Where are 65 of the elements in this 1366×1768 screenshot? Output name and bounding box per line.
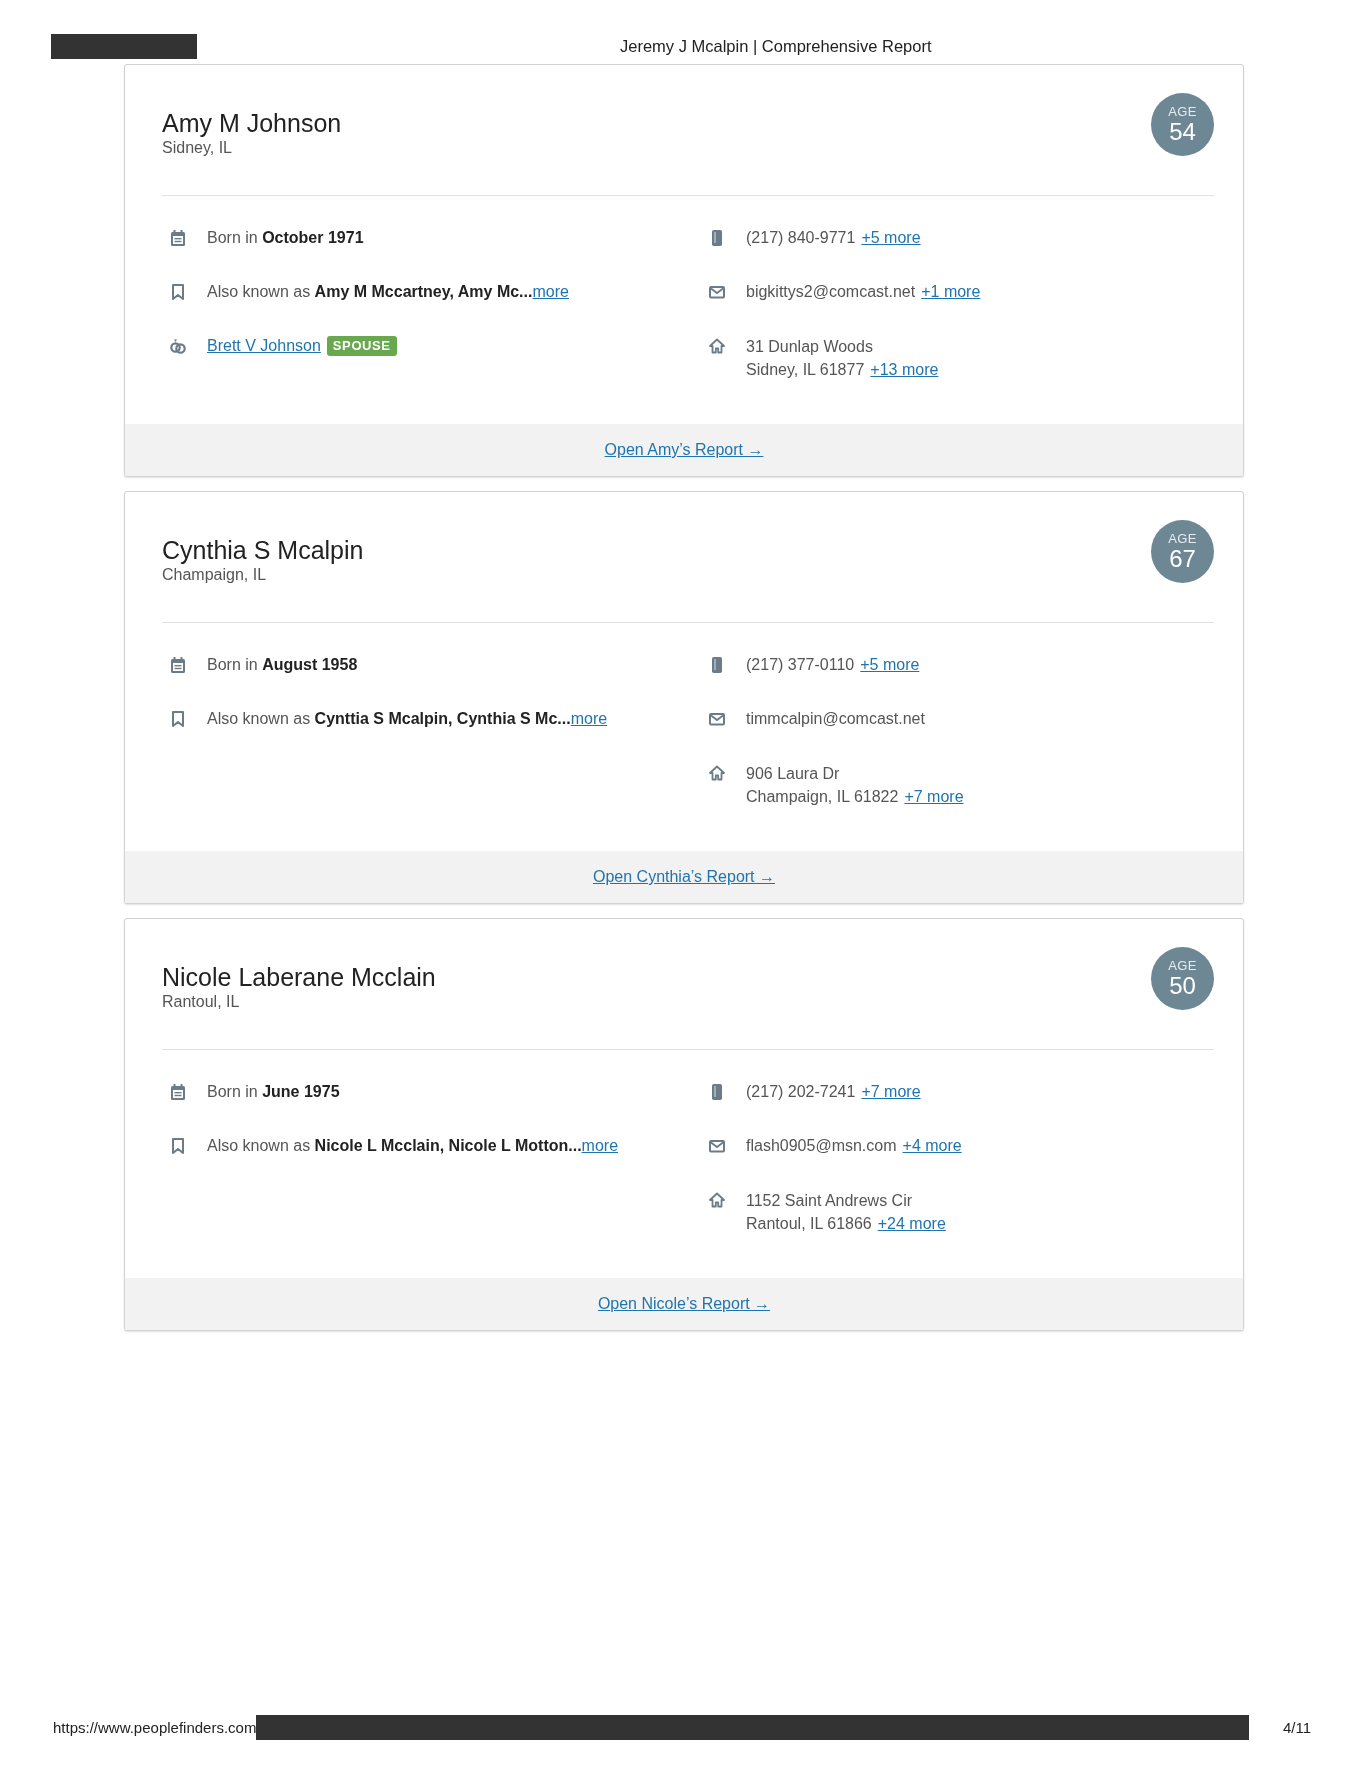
- mobile-phone-icon: [709, 1084, 725, 1100]
- alias-text: Also known as Cynttia S Mcalpin, Cynthia S Mc...more: [207, 709, 608, 729]
- open-report-link[interactable]: Open Cynthia’s Report →: [593, 868, 775, 886]
- address-line: Rantoul, IL 61866: [746, 1214, 872, 1234]
- open-report-link[interactable]: Open Nicole’s Report →: [597, 1295, 771, 1313]
- more-phones-link[interactable]: +7 more: [861, 1080, 921, 1104]
- calendar-icon: [170, 1084, 186, 1100]
- email-address: bigkittys2@comcast.net: [746, 282, 916, 302]
- rings-icon: [170, 338, 186, 354]
- mobile-phone-icon: [709, 657, 725, 673]
- alias-text: Also known as Amy M Mccartney, Amy Mc...more: [207, 282, 569, 302]
- more-addresses-link[interactable]: +7 more: [904, 785, 964, 808]
- open-report-link[interactable]: Open Amy’s Report →: [604, 441, 764, 459]
- person-name: Amy M Johnson: [162, 108, 342, 138]
- address-line: 31 Dunlap Woods: [746, 337, 873, 357]
- more-phones-link[interactable]: +5 more: [861, 226, 921, 250]
- email-address: timmcalpin@comcast.net: [746, 709, 925, 729]
- phone-number: (217) 377-0110: [746, 655, 855, 675]
- envelope-icon: [709, 711, 725, 727]
- age-value: 54: [1169, 119, 1196, 144]
- house-icon: [709, 338, 725, 354]
- report-title: Jeremy J Mcalpin | Comprehensive Report: [620, 37, 932, 56]
- envelope-icon: [709, 284, 725, 300]
- phone-number: (217) 840-9771: [746, 228, 856, 248]
- more-aliases-link[interactable]: more: [581, 1137, 619, 1154]
- more-aliases-link[interactable]: more: [570, 710, 608, 727]
- page-url: https://www.peoplefinders.com: [53, 1719, 257, 1736]
- person-name: Nicole Laberane Mcclain: [162, 962, 436, 992]
- address-line: Sidney, IL 61877: [746, 360, 865, 380]
- more-emails-link[interactable]: +4 more: [902, 1134, 962, 1158]
- page-number: 4/11: [1282, 1719, 1311, 1736]
- relative-link[interactable]: Brett V Johnson: [207, 334, 321, 358]
- relationship-tag: SPOUSE: [326, 336, 397, 356]
- house-icon: [709, 1192, 725, 1208]
- house-icon: [709, 765, 725, 781]
- person-name: Cynthia S Mcalpin: [162, 535, 364, 565]
- more-addresses-link[interactable]: +13 more: [870, 358, 939, 381]
- bookmark-icon: [170, 284, 186, 300]
- birth-date-text: Born in October 1971: [207, 228, 364, 248]
- age-value: 67: [1169, 546, 1196, 571]
- mobile-phone-icon: [709, 230, 725, 246]
- age-label: AGE: [1168, 105, 1197, 119]
- address-line: 906 Laura Dr: [746, 764, 840, 784]
- age-label: AGE: [1168, 959, 1197, 973]
- birth-date-text: Born in August 1958: [207, 655, 358, 675]
- calendar-icon: [170, 230, 186, 246]
- person-location: Sidney, IL: [162, 138, 233, 158]
- more-addresses-link[interactable]: +24 more: [877, 1212, 946, 1235]
- person-location: Rantoul, IL: [162, 992, 241, 1012]
- birth-date-text: Born in June 1975: [207, 1082, 340, 1102]
- address-line: Champaign, IL 61822: [746, 787, 899, 807]
- bookmark-icon: [170, 1138, 186, 1154]
- envelope-icon: [709, 1138, 725, 1154]
- alias-text: Also known as Nicole L Mcclain, Nicole L Motton...more: [207, 1136, 619, 1156]
- bookmark-icon: [170, 711, 186, 727]
- age-value: 50: [1169, 973, 1196, 998]
- age-label: AGE: [1168, 532, 1197, 546]
- more-phones-link[interactable]: +5 more: [860, 653, 920, 677]
- person-location: Champaign, IL: [162, 565, 268, 585]
- address-line: 1152 Saint Andrews Cir: [746, 1191, 912, 1211]
- phone-number: (217) 202-7241: [746, 1082, 856, 1102]
- calendar-icon: [170, 657, 186, 673]
- more-emails-link[interactable]: +1 more: [921, 280, 981, 304]
- email-address: flash0905@msn.com: [746, 1136, 897, 1156]
- more-aliases-link[interactable]: more: [532, 283, 569, 300]
